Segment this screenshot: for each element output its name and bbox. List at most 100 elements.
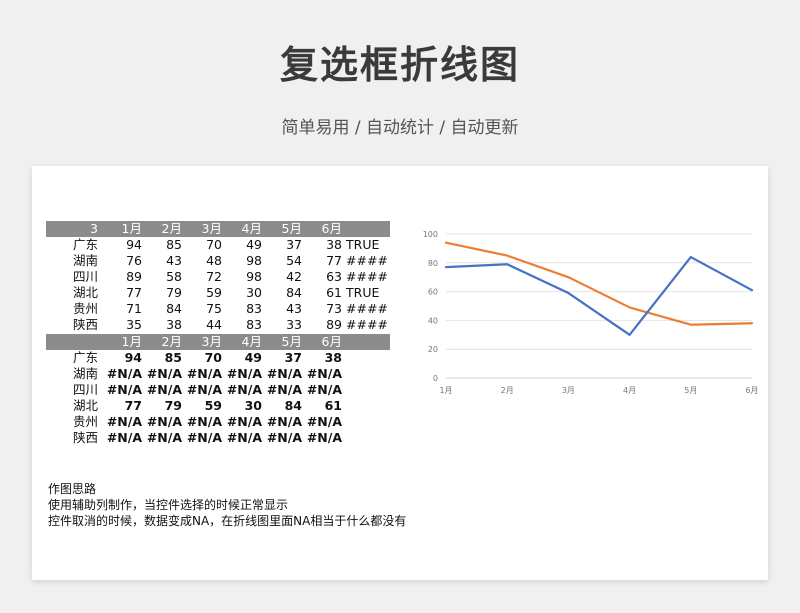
value-cell: #N/A: [266, 414, 302, 429]
y-tick-label: 40: [428, 316, 438, 325]
value-cell: #N/A: [186, 366, 222, 381]
table-row: 贵州 71 84 75 83 43 73 ####: [46, 301, 390, 317]
table-row: 广东 94 85 70 49 37 38 TRUE: [46, 237, 390, 253]
header-month-cell: 6月: [302, 221, 342, 237]
notes-heading: 作图思路: [48, 482, 97, 496]
value-cell: 38: [326, 237, 342, 252]
region-cell: 广东: [72, 237, 98, 252]
checkbox-flag-cell: TRUE: [346, 285, 380, 300]
header-corner-cell: [46, 334, 102, 350]
value-cell: 58: [166, 269, 182, 284]
empty-cell: [342, 430, 390, 446]
value-cell: 79: [164, 398, 182, 413]
empty-cell: [342, 350, 390, 366]
value-cell: #N/A: [146, 382, 182, 397]
value-cell: 72: [206, 269, 222, 284]
region-cell: 四川: [72, 269, 98, 284]
value-cell: 30: [244, 398, 262, 413]
region-cell: 四川: [72, 382, 98, 397]
empty-cell: [342, 382, 390, 398]
checkbox-flag-cell: ####: [346, 301, 388, 316]
value-cell: 98: [246, 253, 262, 268]
x-tick-label: 6月: [745, 386, 758, 395]
value-cell: 83: [246, 317, 262, 332]
value-cell: 38: [324, 350, 342, 365]
value-cell: #N/A: [106, 430, 142, 445]
notes-line: 使用辅助列制作，当控件选择的时候正常显示: [48, 498, 289, 512]
value-cell: 35: [126, 317, 142, 332]
value-cell: 98: [246, 269, 262, 284]
notes-block: 作图思路 使用辅助列制作，当控件选择的时候正常显示 控件取消的时候，数据变成NA…: [48, 481, 406, 529]
table-row: 广东 94 85 70 49 37 38: [46, 350, 390, 366]
x-tick-label: 1月: [439, 386, 452, 395]
x-tick-label: 3月: [562, 386, 575, 395]
content-card: 3 1月 2月 3月 4月 5月 6月 广东 94 85 70 49 37 38 TRUE 湖南…: [32, 166, 768, 580]
checkbox-flag-cell: ####: [346, 317, 388, 332]
value-cell: #N/A: [266, 366, 302, 381]
value-cell: 84: [286, 285, 302, 300]
value-cell: 85: [164, 350, 182, 365]
value-cell: 37: [284, 350, 302, 365]
header-month-cell: 3月: [182, 221, 222, 237]
empty-cell: [342, 414, 390, 430]
page-subtitle: 简单易用 / 自动统计 / 自动更新: [281, 118, 519, 138]
table-row: 湖南 76 43 48 98 54 77 ####: [46, 253, 390, 269]
header-month-cell: 1月: [102, 221, 142, 237]
value-cell: #N/A: [266, 430, 302, 445]
table-row: 湖北 77 79 59 30 84 61: [46, 398, 390, 414]
header-month-cell: 2月: [142, 334, 182, 350]
value-cell: 71: [126, 301, 142, 316]
header-corner-cell: 3: [46, 221, 102, 237]
region-cell: 陕西: [72, 430, 98, 445]
value-cell: 89: [126, 269, 142, 284]
value-cell: 59: [206, 285, 222, 300]
series-line-2: [444, 255, 754, 336]
value-cell: 75: [206, 301, 222, 316]
region-cell: 广东: [72, 350, 98, 365]
value-cell: #N/A: [146, 366, 182, 381]
value-cell: 49: [244, 350, 262, 365]
value-cell: #N/A: [106, 382, 142, 397]
value-cell: 42: [286, 269, 302, 284]
value-cell: #N/A: [106, 414, 142, 429]
region-cell: 贵州: [72, 414, 98, 429]
header-month-cell: 4月: [222, 334, 262, 350]
header-month-cell: 5月: [262, 221, 302, 237]
value-cell: 94: [124, 350, 142, 365]
header-month-cell: 4月: [222, 221, 262, 237]
region-cell: 湖北: [72, 398, 98, 413]
value-cell: 70: [206, 237, 222, 252]
value-cell: 48: [206, 253, 222, 268]
region-cell: 贵州: [72, 301, 98, 316]
value-cell: #N/A: [186, 430, 222, 445]
table-row: 贵州 #N/A #N/A #N/A #N/A #N/A #N/A: [46, 414, 390, 430]
value-cell: 54: [286, 253, 302, 268]
table-row: 湖北 77 79 59 30 84 61 TRUE: [46, 285, 390, 301]
value-cell: 70: [204, 350, 222, 365]
value-cell: #N/A: [186, 414, 222, 429]
value-cell: #N/A: [306, 366, 342, 381]
value-cell: 76: [126, 253, 142, 268]
value-cell: 77: [124, 398, 142, 413]
x-tick-label: 2月: [501, 386, 514, 395]
table-row: 湖南 #N/A #N/A #N/A #N/A #N/A #N/A: [46, 366, 390, 382]
checkbox-flag-cell: TRUE: [346, 237, 380, 252]
header-month-cell: 6月: [302, 334, 342, 350]
value-cell: 49: [246, 237, 262, 252]
table-header-row: 1月 2月 3月 4月 5月 6月: [46, 334, 390, 350]
value-cell: 63: [326, 269, 342, 284]
x-tick-label: 5月: [684, 386, 697, 395]
value-cell: 89: [326, 317, 342, 332]
region-cell: 湖北: [72, 285, 98, 300]
value-cell: 59: [204, 398, 222, 413]
value-cell: 77: [126, 285, 142, 300]
value-cell: 73: [326, 301, 342, 316]
value-cell: 84: [284, 398, 302, 413]
value-cell: 94: [126, 237, 142, 252]
region-cell: 陕西: [72, 317, 98, 332]
value-cell: #N/A: [106, 366, 142, 381]
y-tick-label: 100: [423, 230, 438, 239]
value-cell: #N/A: [306, 430, 342, 445]
value-cell: #N/A: [266, 382, 302, 397]
x-tick-label: 4月: [623, 386, 636, 395]
